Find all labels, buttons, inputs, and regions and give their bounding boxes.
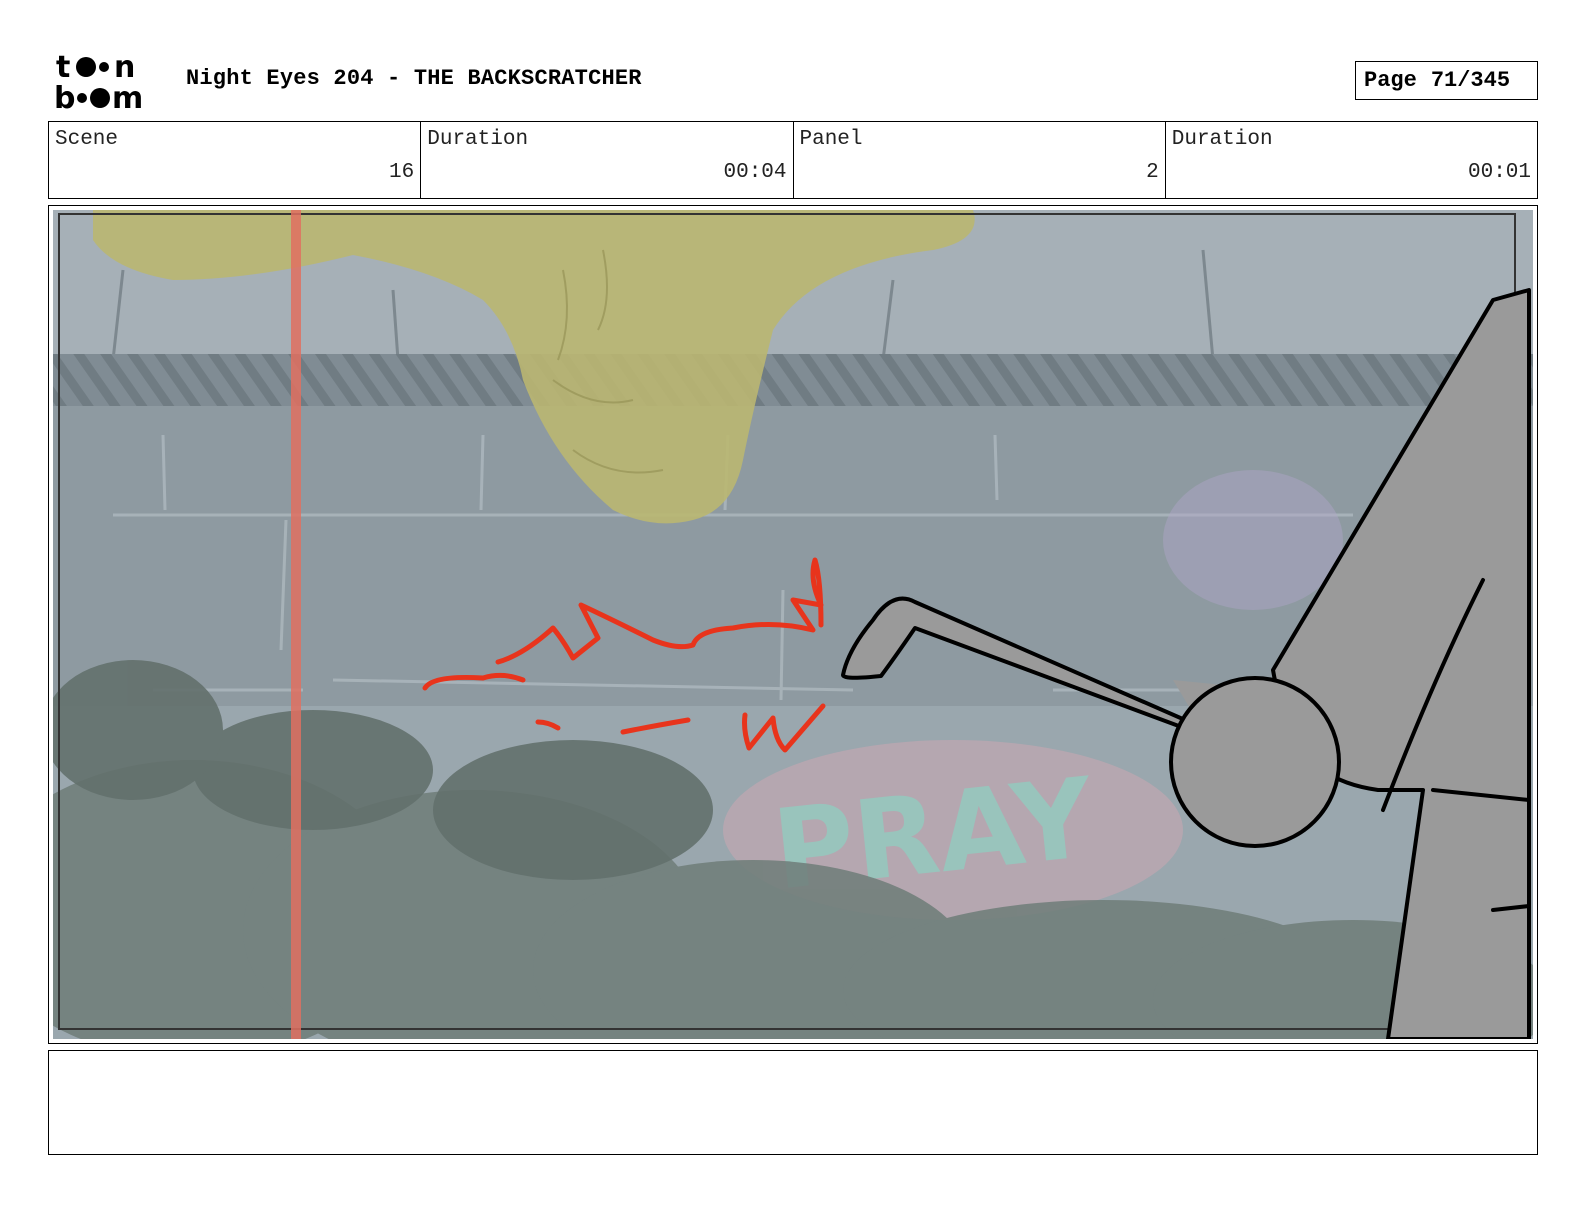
panel-duration-value: 00:01 [1467,161,1531,184]
svg-text:t: t [56,50,70,85]
panel-cell: Panel 2 [794,122,1166,198]
scene-cell: Scene 16 [49,122,422,198]
storyboard-title: Night Eyes 204 - THE BACKSCRATCHER [186,66,642,91]
storyboard-panel: PRAY [48,205,1538,1044]
panel-duration-cell: Duration 00:01 [1166,122,1537,198]
scene-label: Scene [55,128,119,151]
page-number: 71/345 [1430,68,1511,93]
panel-value: 2 [1146,161,1159,184]
scene-duration-label: Duration [427,128,529,151]
scene-duration-cell: Duration 00:04 [421,122,794,198]
panel-label: Panel [799,128,863,151]
svg-text:m: m [112,81,143,112]
toon-boom-logo: t n b m [52,50,164,116]
panel-duration-label: Duration [1171,128,1273,151]
scene-duration-value: 00:04 [723,161,787,184]
svg-text:b: b [54,81,75,112]
svg-text:n: n [114,50,135,85]
page-indicator: Page 71/345 [1355,61,1538,100]
panel-notes [48,1050,1538,1155]
scene-value: 16 [389,161,415,184]
safe-area-line [291,210,301,1039]
info-bar: Scene 16 Duration 00:04 Panel 2 Duration… [48,121,1538,199]
panel-artwork: PRAY [53,210,1533,1039]
page-label: Page [1364,68,1417,93]
